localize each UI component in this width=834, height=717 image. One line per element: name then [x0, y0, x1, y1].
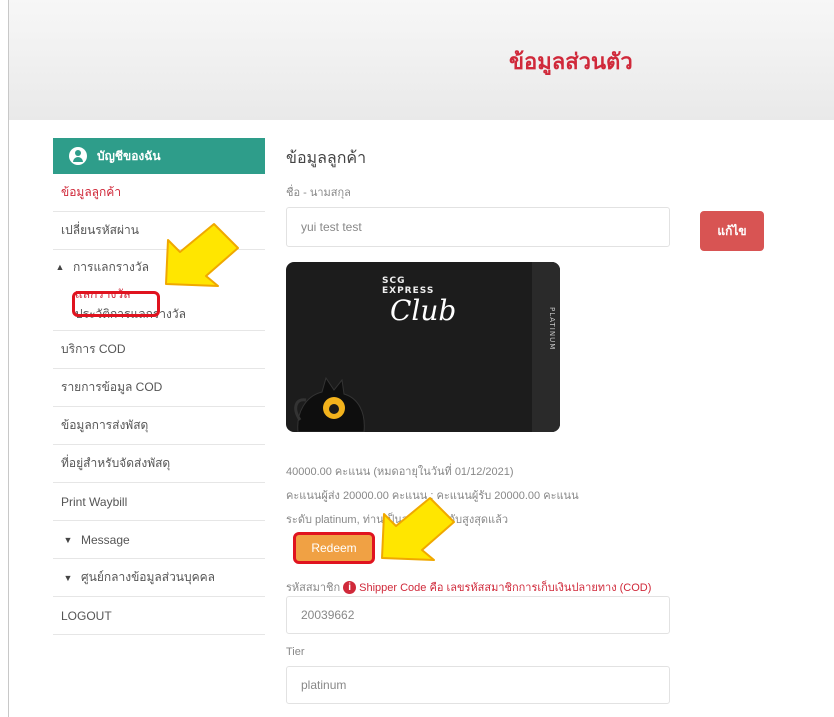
member-card-image: SCG EXPRESS Club PLATINUM [286, 262, 560, 432]
sidebar-item-label: ศูนย์กลางข้อมูลส่วนบุคคล [81, 570, 216, 584]
chevron-up-icon: ▲ [55, 262, 65, 272]
redeem-button[interactable]: Redeem [293, 532, 375, 564]
chevron-down-icon: ▼ [63, 572, 73, 583]
sidebar-item-label: รายการข้อมูล COD [61, 380, 163, 394]
name-field[interactable]: yui test test [286, 207, 670, 247]
points-line: 40000.00 คะแนน (หมดอายุในวันที่ 01/12/20… [286, 466, 514, 478]
sidebar-item-print-waybill[interactable]: Print Waybill [53, 483, 265, 521]
card-tier-vertical: PLATINUM [548, 307, 556, 351]
tier-label: Tier [286, 646, 305, 658]
pointer-arrow-icon [165, 223, 239, 287]
section-title: ข้อมูลลูกค้า [286, 148, 367, 167]
sidebar: บัญชีของฉัน ข้อมูลลูกค้า เปลี่ยนรหัสผ่าน… [53, 138, 265, 635]
sidebar-item-cod-service[interactable]: บริการ COD [53, 331, 265, 369]
member-code-label: รหัสสมาชิก [286, 582, 341, 594]
sidebar-item-label: เปลี่ยนรหัสผ่าน [61, 223, 139, 237]
sidebar-item-label: Message [81, 532, 130, 547]
shipper-code-note: Shipper Code คือ เลขรหัสสมาชิกการเก็บเงิ… [359, 582, 652, 594]
tier-value: platinum [301, 678, 347, 692]
sidebar-item-privacy-center[interactable]: ▼ ศูนย์กลางข้อมูลส่วนบุคคล [53, 559, 265, 597]
name-value: yui test test [301, 220, 362, 234]
redeem-menu-highlight [72, 291, 160, 317]
sidebar-item-label: ข้อมูลการส่งพัสดุ [61, 418, 149, 432]
member-code-label-row: รหัสสมาชิก i Shipper Code คือ เลขรหัสสมา… [286, 578, 651, 596]
edit-button[interactable]: แก้ไข [700, 211, 764, 251]
sidebar-item-label: ข้อมูลลูกค้า [61, 185, 122, 199]
sidebar-item-logout[interactable]: LOGOUT [53, 597, 265, 635]
card-brand-line1: SCG [382, 276, 406, 286]
sidebar-item-shipping-info[interactable]: ข้อมูลการส่งพัสดุ [53, 407, 265, 445]
page-header: ข้อมูลส่วนตัว [9, 0, 834, 120]
page-title: ข้อมูลส่วนตัว [509, 50, 633, 75]
sidebar-group-label: การแลกรางวัล [73, 259, 149, 274]
sidebar-item-label: LOGOUT [61, 608, 112, 623]
name-label: ชื่อ - นามสกุล [286, 187, 351, 199]
sidebar-item-label: Print Waybill [61, 494, 128, 509]
sidebar-item-customer-info[interactable]: ข้อมูลลูกค้า [53, 174, 265, 212]
sidebar-item-label: ที่อยู่สำหรับจัดส่งพัสดุ [61, 456, 171, 470]
card-brand: SCG EXPRESS [382, 276, 434, 296]
cat-mascot-icon [294, 376, 365, 432]
account-label: บัญชีของฉัน [97, 148, 161, 163]
member-code-value: 20039662 [301, 608, 355, 622]
main-content: ข้อมูลลูกค้า ชื่อ - นามสกุล yui test tes… [286, 140, 766, 247]
member-code-field[interactable]: 20039662 [286, 596, 670, 634]
info-icon: i [343, 580, 357, 594]
sidebar-item-label: บริการ COD [61, 342, 126, 356]
tier-field[interactable]: platinum [286, 666, 670, 704]
sidebar-item-cod-list[interactable]: รายการข้อมูล COD [53, 369, 265, 407]
user-icon [69, 147, 87, 165]
account-header[interactable]: บัญชีของฉัน [53, 138, 265, 174]
pointer-arrow-icon [381, 497, 455, 561]
sidebar-item-message[interactable]: ▼ Message [53, 521, 265, 559]
sidebar-item-shipping-address[interactable]: ที่อยู่สำหรับจัดส่งพัสดุ [53, 445, 265, 483]
card-club-text: Club [390, 294, 457, 327]
chevron-down-icon: ▼ [63, 534, 73, 545]
